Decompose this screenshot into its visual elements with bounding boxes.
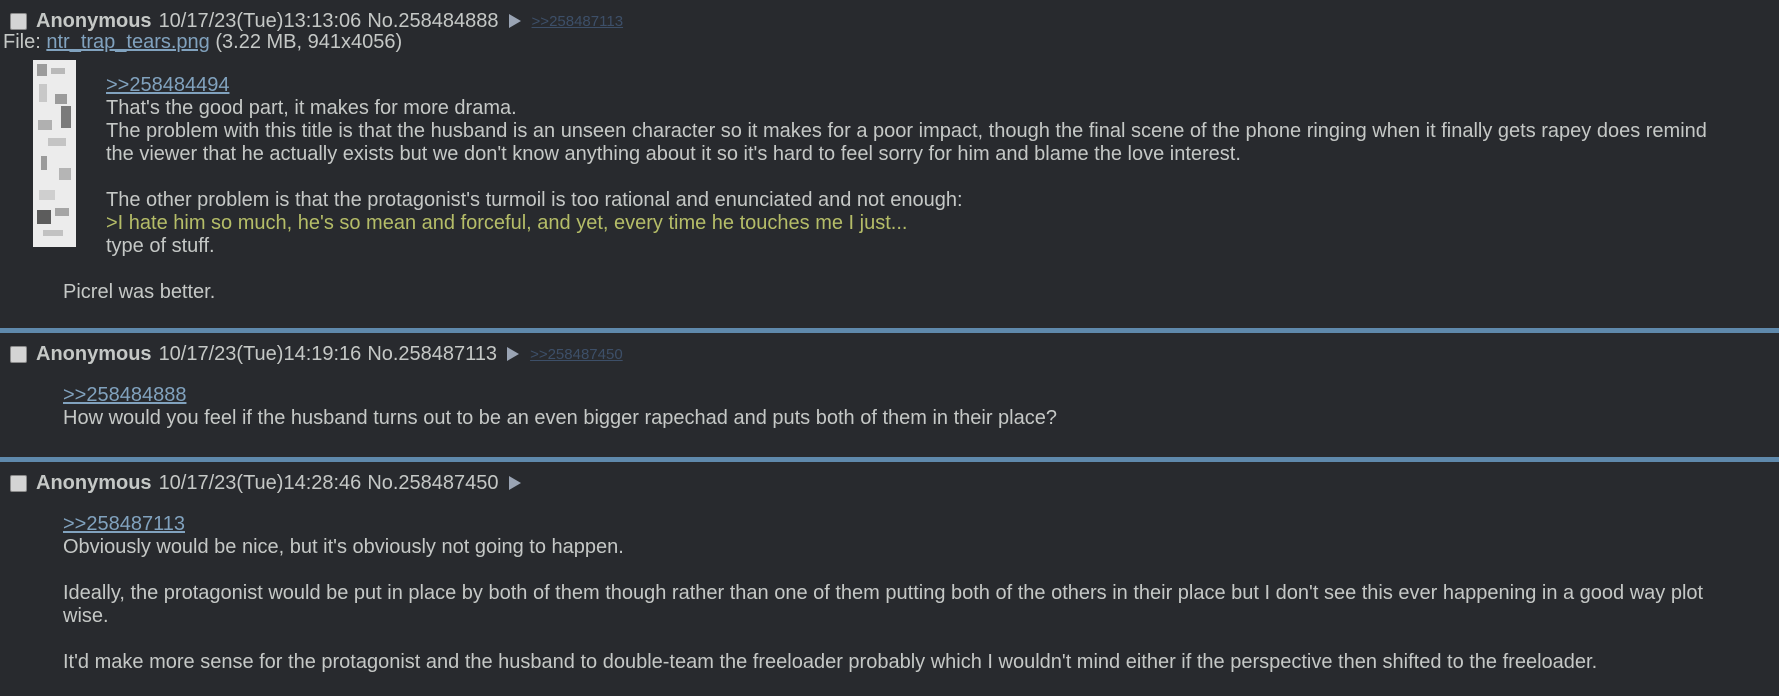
message-line: It'd make more sense for the protagonist… xyxy=(63,651,1598,673)
file-details: (3.22 MB, 941x4056) xyxy=(215,31,403,53)
message-line: The other problem is that the protagonis… xyxy=(106,189,963,211)
quote-link[interactable]: >>258484888 xyxy=(63,384,186,406)
message-line: Ideally, the protagonist would be put in… xyxy=(63,582,1704,604)
message-line: How would you feel if the husband turns … xyxy=(63,407,1057,429)
post-258487450: Anonymous 10/17/23(Tue)14:28:46 No.25848… xyxy=(0,462,1779,696)
post-datetime: 10/17/23(Tue)14:28:46 xyxy=(158,471,362,494)
post-info: Anonymous 10/17/23(Tue)14:28:46 No.25848… xyxy=(10,471,521,495)
post-select-checkbox[interactable] xyxy=(10,12,27,30)
message-line: Picrel was better. xyxy=(63,281,216,303)
file-label: File: xyxy=(3,31,41,53)
post-258487113: Anonymous 10/17/23(Tue)14:19:16 No.25848… xyxy=(0,333,1779,457)
post-datetime: 10/17/23(Tue)14:19:16 xyxy=(158,342,362,365)
post-message: >>258487113 Obviously would be nice, but… xyxy=(63,513,1703,674)
post-datetime: 10/17/23(Tue)13:13:06 xyxy=(158,9,362,32)
post-menu-arrow-icon[interactable] xyxy=(507,347,520,361)
post-menu-arrow-icon[interactable] xyxy=(508,476,521,490)
file-thumbnail[interactable] xyxy=(33,60,76,247)
post-258484888: Anonymous 10/17/23(Tue)13:13:06 No.25848… xyxy=(0,0,1779,328)
backlink[interactable]: >>258487113 xyxy=(532,13,624,30)
message-line: That's the good part, it makes for more … xyxy=(106,97,517,119)
post-number[interactable]: No.258484888 xyxy=(367,10,498,33)
greentext-line: >I hate him so much, he's so mean and fo… xyxy=(106,212,908,234)
poster-name: Anonymous xyxy=(36,342,152,365)
post-number[interactable]: No.258487450 xyxy=(367,472,498,495)
post-select-checkbox[interactable] xyxy=(10,474,27,492)
message-line: type of stuff. xyxy=(106,235,215,257)
post-menu-arrow-icon[interactable] xyxy=(508,14,521,28)
post-info: Anonymous 10/17/23(Tue)14:19:16 No.25848… xyxy=(10,342,623,366)
poster-name: Anonymous xyxy=(36,9,152,32)
message-line: The problem with this title is that the … xyxy=(106,120,1707,142)
message-line: wise. xyxy=(63,605,109,627)
message-line: Obviously would be nice, but it's obviou… xyxy=(63,536,624,558)
quote-link[interactable]: >>258487113 xyxy=(63,513,185,535)
post-number[interactable]: No.258487113 xyxy=(367,343,497,366)
file-link[interactable]: ntr_trap_tears.png xyxy=(46,31,209,53)
file-info: File: ntr_trap_tears.png (3.22 MB, 941x4… xyxy=(3,31,402,54)
post-message: >>258484494 That's the good part, it mak… xyxy=(106,74,1707,258)
message-line: the viewer that he actually exists but w… xyxy=(106,143,1241,165)
poster-name: Anonymous xyxy=(36,471,152,494)
quote-link[interactable]: >>258484494 xyxy=(106,74,229,96)
post-info: Anonymous 10/17/23(Tue)13:13:06 No.25848… xyxy=(10,9,623,33)
backlink[interactable]: >>258487450 xyxy=(530,346,623,363)
post-message: >>258484888 How would you feel if the hu… xyxy=(63,384,1057,430)
post-select-checkbox[interactable] xyxy=(10,345,27,363)
